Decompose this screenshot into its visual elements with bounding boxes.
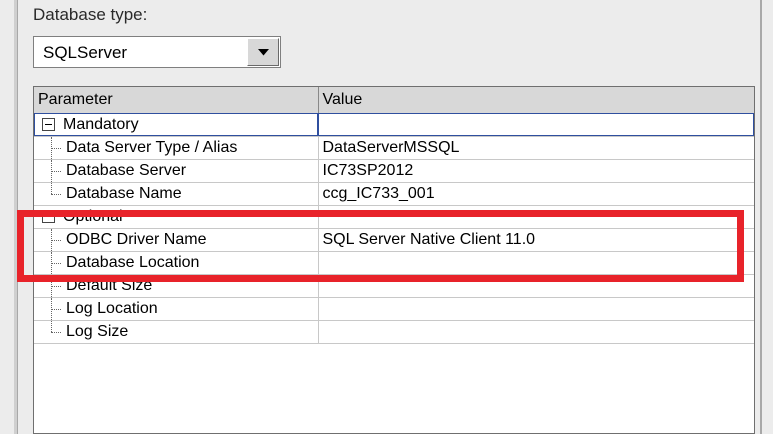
panel-right-border (760, 0, 762, 434)
table-row[interactable]: Log Location (34, 297, 754, 321)
tree-connector (38, 228, 66, 250)
collapse-icon[interactable] (42, 210, 55, 223)
value-log-location[interactable] (318, 297, 754, 321)
section-label-optional: Optional (63, 207, 123, 225)
tree-connector (38, 274, 66, 296)
database-type-label: Database type: (33, 5, 148, 24)
panel-left-border (14, 0, 18, 434)
table-row[interactable]: Log Size (34, 320, 754, 344)
value-odbc-driver-name[interactable]: SQL Server Native Client 11.0 (318, 228, 754, 252)
param-log-location: Log Location (66, 299, 158, 317)
dropdown-button[interactable] (247, 38, 279, 66)
parameter-grid[interactable]: Parameter Value Mandatory Data Server Ty… (33, 86, 755, 434)
table-row[interactable]: Data Server Type / Alias DataServerMSSQL (34, 136, 754, 160)
table-row[interactable]: Default Size (34, 274, 754, 298)
value-database-server[interactable]: IC73SP2012 (318, 159, 754, 183)
param-odbc-driver-name: ODBC Driver Name (66, 230, 207, 248)
chevron-down-icon (257, 48, 269, 55)
param-log-size: Log Size (66, 322, 129, 340)
param-database-server: Database Server (66, 161, 187, 179)
tree-connector (38, 159, 66, 181)
value-database-location[interactable] (318, 251, 754, 275)
database-type-value: SQLServer (43, 43, 128, 62)
table-row[interactable]: Database Location (34, 251, 754, 275)
section-row-optional[interactable]: Optional (34, 205, 754, 229)
table-row[interactable]: Database Name ccg_IC733_001 (34, 182, 754, 206)
grid-header-row: Parameter Value (34, 87, 754, 114)
param-database-location: Database Location (66, 253, 200, 271)
section-label-mandatory: Mandatory (63, 115, 139, 133)
tree-connector (38, 297, 66, 319)
section-row-mandatory[interactable]: Mandatory (34, 113, 754, 137)
column-header-parameter[interactable]: Parameter (34, 87, 319, 114)
param-default-size: Default Size (66, 276, 153, 294)
value-log-size[interactable] (318, 320, 754, 344)
collapse-icon[interactable] (42, 118, 55, 131)
value-data-server-type[interactable]: DataServerMSSQL (318, 136, 754, 160)
table-row[interactable]: ODBC Driver Name SQL Server Native Clien… (34, 228, 754, 252)
tree-connector (38, 320, 66, 343)
table-row[interactable]: Database Server IC73SP2012 (34, 159, 754, 183)
tree-connector (38, 136, 66, 158)
column-header-value[interactable]: Value (318, 87, 754, 114)
value-database-name[interactable]: ccg_IC733_001 (318, 182, 754, 206)
database-type-select[interactable]: SQLServer (33, 36, 281, 68)
param-data-server-type: Data Server Type / Alias (66, 138, 238, 156)
tree-connector (38, 251, 66, 273)
param-database-name: Database Name (66, 184, 182, 202)
value-default-size[interactable] (318, 274, 754, 298)
tree-connector (38, 182, 66, 205)
